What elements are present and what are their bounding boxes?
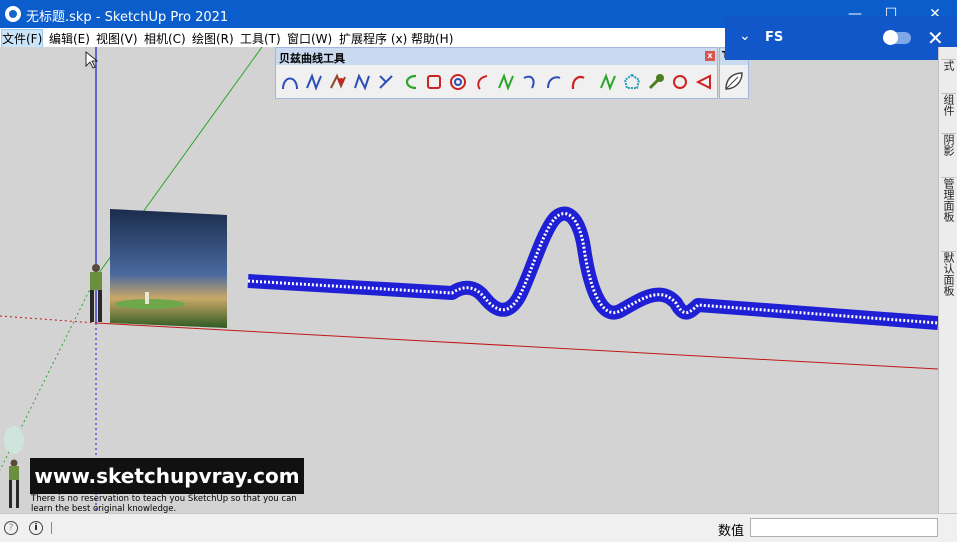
watermark-note: There is no reservation to teach you Ske… — [31, 494, 297, 514]
wrench-icon[interactable] — [646, 72, 666, 92]
toolbar-title: 贝兹曲线工具 — [279, 52, 345, 65]
bspline-icon[interactable] — [376, 72, 396, 92]
menu-window[interactable]: 窗口(W) — [287, 30, 332, 47]
arc-small-icon[interactable] — [544, 72, 564, 92]
scale-figure-lower — [9, 459, 19, 508]
menu-bar: 文件(F) 编辑(E) 视图(V) 相机(C) 绘图(R) 工具(T) 窗口(W… — [0, 28, 725, 48]
menu-view[interactable]: 视图(V) — [96, 30, 138, 47]
red-arc-icon[interactable] — [568, 72, 588, 92]
arc-curve-icon[interactable] — [400, 72, 420, 92]
info-icon[interactable]: i — [29, 521, 43, 535]
window-title: 无标题.skp - SketchUp Pro 2021 — [26, 10, 229, 25]
circle-icon[interactable] — [670, 72, 690, 92]
tray-tab-default[interactable]: 默认面板 — [941, 251, 956, 296]
polygon-icon[interactable] — [622, 72, 642, 92]
tray-tab-components[interactable]: 组件 — [941, 93, 956, 116]
modeling-viewport[interactable] — [0, 47, 938, 513]
bezier-swept-pipe — [247, 206, 938, 330]
toggle-knob — [883, 30, 898, 45]
arc-open-icon[interactable] — [472, 72, 492, 92]
nurbs-curve-icon[interactable] — [496, 72, 516, 92]
spline-edit-icon[interactable] — [328, 72, 348, 92]
scene-drawing — [0, 47, 938, 513]
bezier-curve-toolbar: 贝兹曲线工具 x — [275, 47, 718, 99]
watermark-banner: www.sketchupvray.com — [30, 458, 304, 494]
hook-curve-icon[interactable] — [520, 72, 540, 92]
geo-location-icon[interactable]: ? — [4, 521, 18, 535]
menu-file[interactable]: 文件(F) — [0, 29, 44, 48]
toolbar-header[interactable]: 贝兹曲线工具 x — [276, 48, 717, 65]
measurements-input[interactable] — [750, 518, 938, 537]
zigzag-curve-icon[interactable] — [352, 72, 372, 92]
tree-figure-lower — [4, 426, 24, 454]
toolbar-close-button[interactable]: x — [705, 51, 715, 61]
polyline-curve-icon[interactable] — [304, 72, 324, 92]
fs-toggle[interactable] — [883, 30, 911, 45]
sketchup-app-icon — [5, 6, 21, 22]
leaf-icon[interactable] — [723, 70, 745, 92]
tray-tab-shadows[interactable]: 阴影 — [941, 133, 956, 156]
fs-panel: ⌄ FS ✕ — [725, 16, 957, 60]
curve-segment-icon[interactable] — [598, 72, 618, 92]
chevron-down-icon[interactable]: ⌄ — [739, 28, 751, 44]
rounded-rect-icon[interactable] — [424, 72, 444, 92]
fs-panel-title: FS — [765, 30, 784, 45]
menu-help[interactable]: 帮助(H) — [411, 30, 453, 47]
menu-extensions[interactable]: 扩展程序 (x) — [339, 30, 407, 47]
menu-draw[interactable]: 绘图(R) — [192, 30, 234, 47]
default-tray: 式 组件 阴影 管理面板 默认面板 — [938, 47, 957, 513]
spiral-icon[interactable] — [448, 72, 468, 92]
tray-tab-styles[interactable]: 式 — [941, 59, 956, 71]
mouse-cursor — [85, 51, 99, 69]
bezier-arc-icon[interactable] — [280, 72, 300, 92]
menu-tools[interactable]: 工具(T) — [240, 30, 281, 47]
photo-texture-panel — [110, 209, 227, 328]
menu-edit[interactable]: 编辑(E) — [49, 30, 90, 47]
measurements-label: 数值 — [718, 524, 745, 539]
red-axis-negative — [0, 315, 97, 324]
status-bar: ? i 数值 — [0, 513, 957, 542]
cone-icon[interactable] — [694, 72, 714, 92]
tray-tab-manage[interactable]: 管理面板 — [941, 177, 956, 222]
status-divider — [51, 522, 52, 534]
red-axis-positive — [95, 322, 938, 370]
menu-camera[interactable]: 相机(C) — [144, 30, 186, 47]
